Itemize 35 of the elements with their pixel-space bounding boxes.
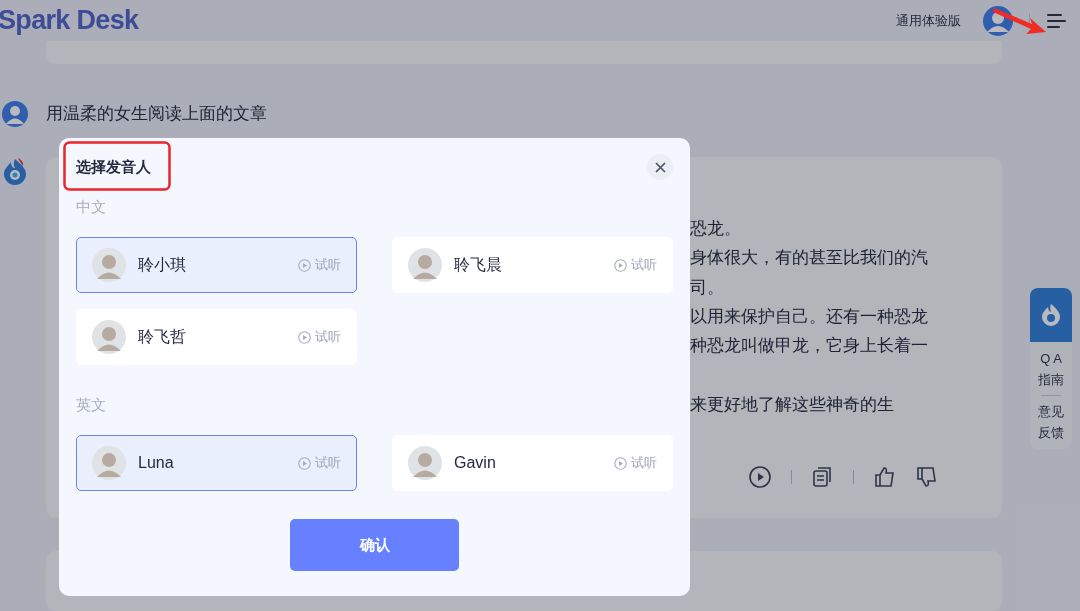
side-panel-link[interactable]: 意见 [1038, 401, 1064, 422]
avatar-icon [92, 320, 126, 354]
menu-icon[interactable] [1046, 12, 1066, 29]
avatar-icon [92, 446, 126, 480]
dialog-title: 选择发音人 [76, 156, 151, 177]
message-text: 用温柔的女生阅读上面的文章 [46, 103, 267, 126]
flame-logo-icon[interactable] [1040, 303, 1062, 327]
assistant-logo-icon [2, 157, 28, 187]
voice-name: 聆小琪 [138, 255, 187, 275]
side-panel-link[interactable]: Q A [1040, 348, 1062, 369]
message-text: 以用来保护自己。还有一种恐龙 [690, 305, 929, 328]
message-text: 恐龙。 [690, 218, 742, 240]
message-text: 来更好地了解这些神奇的生 [690, 393, 895, 416]
side-panel-link[interactable]: 指南 [1038, 369, 1064, 390]
section-label: 中文 [76, 197, 107, 217]
voice-name: 聆飞哲 [138, 327, 187, 347]
voice-name: Luna [138, 453, 175, 473]
avatar-icon [408, 248, 442, 282]
user-avatar-icon [2, 101, 28, 127]
thumbs-down-icon[interactable] [916, 466, 937, 488]
close-icon[interactable] [654, 161, 666, 173]
message-text: 司。 [690, 276, 725, 299]
voice-name: Gavin [454, 453, 497, 473]
thumbs-up-icon[interactable] [874, 466, 895, 488]
message-text: 种恐龙叫做甲龙，它身上长着一 [690, 335, 929, 358]
voice-name: 聆飞晨 [454, 255, 503, 275]
side-panel-link[interactable]: 反馈 [1038, 422, 1064, 443]
close-button[interactable] [647, 154, 673, 180]
section-label: 英文 [76, 395, 107, 415]
copy-icon[interactable] [812, 466, 833, 488]
play-icon[interactable] [749, 466, 771, 488]
avatar-icon [408, 446, 442, 480]
avatar-icon [92, 248, 126, 282]
message-text: 身体很大，有的甚至比我们的汽 [690, 247, 929, 270]
edition-label: 通用体验版 [896, 11, 961, 30]
